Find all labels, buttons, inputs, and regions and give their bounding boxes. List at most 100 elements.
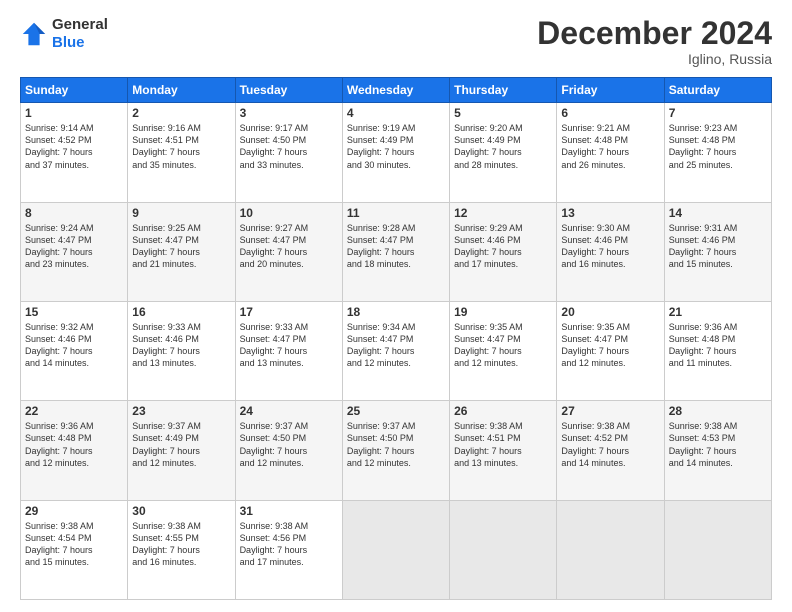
calendar-cell: 6 Sunrise: 9:21 AM Sunset: 4:48 PM Daylig… bbox=[557, 103, 664, 202]
day-number: 29 bbox=[25, 504, 123, 518]
calendar-cell: 10 Sunrise: 9:27 AM Sunset: 4:47 PM Dayli… bbox=[235, 202, 342, 301]
page: General Blue December 2024 Iglino, Russi… bbox=[0, 0, 792, 612]
calendar-cell: 15 Sunrise: 9:32 AM Sunset: 4:46 PM Dayli… bbox=[21, 301, 128, 400]
calendar-cell: 1Sunrise: 9:14 AM Sunset: 4:52 PM Daylig… bbox=[21, 103, 128, 202]
logo-text: General Blue bbox=[52, 16, 108, 52]
day-number: 4 bbox=[347, 106, 445, 120]
day-number: 20 bbox=[561, 305, 659, 319]
cell-info: Sunrise: 9:35 AM Sunset: 4:47 PM Dayligh… bbox=[454, 321, 552, 370]
cell-info: Sunrise: 9:21 AM Sunset: 4:48 PM Dayligh… bbox=[561, 122, 659, 171]
calendar-week-row: 15 Sunrise: 9:32 AM Sunset: 4:46 PM Dayli… bbox=[21, 301, 772, 400]
day-number: 23 bbox=[132, 404, 230, 418]
logo-icon bbox=[20, 20, 48, 48]
cell-info: Sunrise: 9:35 AM Sunset: 4:47 PM Dayligh… bbox=[561, 321, 659, 370]
cell-info: Sunrise: 9:23 AM Sunset: 4:48 PM Dayligh… bbox=[669, 122, 767, 171]
day-number: 10 bbox=[240, 206, 338, 220]
calendar-cell: 23Sunrise: 9:37 AM Sunset: 4:49 PM Dayli… bbox=[128, 401, 235, 500]
cell-info: Sunrise: 9:32 AM Sunset: 4:46 PM Dayligh… bbox=[25, 321, 123, 370]
calendar-cell: 3 Sunrise: 9:17 AM Sunset: 4:50 PM Daylig… bbox=[235, 103, 342, 202]
calendar-cell: 2 Sunrise: 9:16 AM Sunset: 4:51 PM Daylig… bbox=[128, 103, 235, 202]
day-number: 18 bbox=[347, 305, 445, 319]
day-number: 3 bbox=[240, 106, 338, 120]
calendar-cell: 13Sunrise: 9:30 AM Sunset: 4:46 PM Dayli… bbox=[557, 202, 664, 301]
calendar-cell: 22Sunrise: 9:36 AM Sunset: 4:48 PM Dayli… bbox=[21, 401, 128, 500]
calendar-cell: 16Sunrise: 9:33 AM Sunset: 4:46 PM Dayli… bbox=[128, 301, 235, 400]
weekday-header-friday: Friday bbox=[557, 78, 664, 103]
cell-info: Sunrise: 9:37 AM Sunset: 4:50 PM Dayligh… bbox=[347, 420, 445, 469]
calendar-cell bbox=[664, 500, 771, 599]
calendar-week-row: 1Sunrise: 9:14 AM Sunset: 4:52 PM Daylig… bbox=[21, 103, 772, 202]
cell-info: Sunrise: 9:38 AM Sunset: 4:52 PM Dayligh… bbox=[561, 420, 659, 469]
day-number: 6 bbox=[561, 106, 659, 120]
day-number: 28 bbox=[669, 404, 767, 418]
cell-info: Sunrise: 9:38 AM Sunset: 4:55 PM Dayligh… bbox=[132, 520, 230, 569]
location: Iglino, Russia bbox=[537, 51, 772, 67]
day-number: 2 bbox=[132, 106, 230, 120]
calendar-cell: 19 Sunrise: 9:35 AM Sunset: 4:47 PM Dayli… bbox=[450, 301, 557, 400]
day-number: 14 bbox=[669, 206, 767, 220]
cell-info: Sunrise: 9:31 AM Sunset: 4:46 PM Dayligh… bbox=[669, 222, 767, 271]
day-number: 21 bbox=[669, 305, 767, 319]
calendar-cell: 25 Sunrise: 9:37 AM Sunset: 4:50 PM Dayli… bbox=[342, 401, 449, 500]
cell-info: Sunrise: 9:14 AM Sunset: 4:52 PM Dayligh… bbox=[25, 122, 123, 171]
calendar-cell bbox=[342, 500, 449, 599]
cell-info: Sunrise: 9:17 AM Sunset: 4:50 PM Dayligh… bbox=[240, 122, 338, 171]
calendar-week-row: 22Sunrise: 9:36 AM Sunset: 4:48 PM Dayli… bbox=[21, 401, 772, 500]
calendar-cell: 29 Sunrise: 9:38 AM Sunset: 4:54 PM Dayli… bbox=[21, 500, 128, 599]
cell-info: Sunrise: 9:38 AM Sunset: 4:54 PM Dayligh… bbox=[25, 520, 123, 569]
title-block: December 2024 Iglino, Russia bbox=[537, 16, 772, 67]
day-number: 24 bbox=[240, 404, 338, 418]
day-number: 5 bbox=[454, 106, 552, 120]
calendar-cell: 31Sunrise: 9:38 AM Sunset: 4:56 PM Dayli… bbox=[235, 500, 342, 599]
day-number: 30 bbox=[132, 504, 230, 518]
day-number: 25 bbox=[347, 404, 445, 418]
cell-info: Sunrise: 9:30 AM Sunset: 4:46 PM Dayligh… bbox=[561, 222, 659, 271]
weekday-header-tuesday: Tuesday bbox=[235, 78, 342, 103]
calendar-cell: 9Sunrise: 9:25 AM Sunset: 4:47 PM Daylig… bbox=[128, 202, 235, 301]
header: General Blue December 2024 Iglino, Russi… bbox=[20, 16, 772, 67]
cell-info: Sunrise: 9:28 AM Sunset: 4:47 PM Dayligh… bbox=[347, 222, 445, 271]
cell-info: Sunrise: 9:38 AM Sunset: 4:53 PM Dayligh… bbox=[669, 420, 767, 469]
day-number: 11 bbox=[347, 206, 445, 220]
day-number: 26 bbox=[454, 404, 552, 418]
weekday-header-thursday: Thursday bbox=[450, 78, 557, 103]
calendar-cell: 14 Sunrise: 9:31 AM Sunset: 4:46 PM Dayli… bbox=[664, 202, 771, 301]
calendar-cell: 5Sunrise: 9:20 AM Sunset: 4:49 PM Daylig… bbox=[450, 103, 557, 202]
weekday-header-monday: Monday bbox=[128, 78, 235, 103]
calendar-cell: 11 Sunrise: 9:28 AM Sunset: 4:47 PM Dayli… bbox=[342, 202, 449, 301]
cell-info: Sunrise: 9:19 AM Sunset: 4:49 PM Dayligh… bbox=[347, 122, 445, 171]
day-number: 17 bbox=[240, 305, 338, 319]
cell-info: Sunrise: 9:29 AM Sunset: 4:46 PM Dayligh… bbox=[454, 222, 552, 271]
calendar-cell: 7Sunrise: 9:23 AM Sunset: 4:48 PM Daylig… bbox=[664, 103, 771, 202]
calendar-cell bbox=[450, 500, 557, 599]
day-number: 19 bbox=[454, 305, 552, 319]
cell-info: Sunrise: 9:38 AM Sunset: 4:51 PM Dayligh… bbox=[454, 420, 552, 469]
day-number: 12 bbox=[454, 206, 552, 220]
calendar-cell bbox=[557, 500, 664, 599]
logo: General Blue bbox=[20, 16, 108, 52]
calendar-cell: 8Sunrise: 9:24 AM Sunset: 4:47 PM Daylig… bbox=[21, 202, 128, 301]
day-number: 9 bbox=[132, 206, 230, 220]
cell-info: Sunrise: 9:37 AM Sunset: 4:50 PM Dayligh… bbox=[240, 420, 338, 469]
cell-info: Sunrise: 9:36 AM Sunset: 4:48 PM Dayligh… bbox=[669, 321, 767, 370]
calendar-cell: 27 Sunrise: 9:38 AM Sunset: 4:52 PM Dayli… bbox=[557, 401, 664, 500]
calendar-header-row: SundayMondayTuesdayWednesdayThursdayFrid… bbox=[21, 78, 772, 103]
cell-info: Sunrise: 9:16 AM Sunset: 4:51 PM Dayligh… bbox=[132, 122, 230, 171]
calendar-cell: 30 Sunrise: 9:38 AM Sunset: 4:55 PM Dayli… bbox=[128, 500, 235, 599]
day-number: 8 bbox=[25, 206, 123, 220]
cell-info: Sunrise: 9:38 AM Sunset: 4:56 PM Dayligh… bbox=[240, 520, 338, 569]
cell-info: Sunrise: 9:33 AM Sunset: 4:47 PM Dayligh… bbox=[240, 321, 338, 370]
cell-info: Sunrise: 9:27 AM Sunset: 4:47 PM Dayligh… bbox=[240, 222, 338, 271]
day-number: 27 bbox=[561, 404, 659, 418]
calendar-cell: 24 Sunrise: 9:37 AM Sunset: 4:50 PM Dayli… bbox=[235, 401, 342, 500]
weekday-header-sunday: Sunday bbox=[21, 78, 128, 103]
calendar-table: SundayMondayTuesdayWednesdayThursdayFrid… bbox=[20, 77, 772, 600]
month-title: December 2024 bbox=[537, 16, 772, 51]
day-number: 15 bbox=[25, 305, 123, 319]
cell-info: Sunrise: 9:33 AM Sunset: 4:46 PM Dayligh… bbox=[132, 321, 230, 370]
calendar-cell: 21 Sunrise: 9:36 AM Sunset: 4:48 PM Dayli… bbox=[664, 301, 771, 400]
weekday-header-wednesday: Wednesday bbox=[342, 78, 449, 103]
calendar-cell: 28 Sunrise: 9:38 AM Sunset: 4:53 PM Dayli… bbox=[664, 401, 771, 500]
day-number: 22 bbox=[25, 404, 123, 418]
calendar-cell: 4 Sunrise: 9:19 AM Sunset: 4:49 PM Daylig… bbox=[342, 103, 449, 202]
